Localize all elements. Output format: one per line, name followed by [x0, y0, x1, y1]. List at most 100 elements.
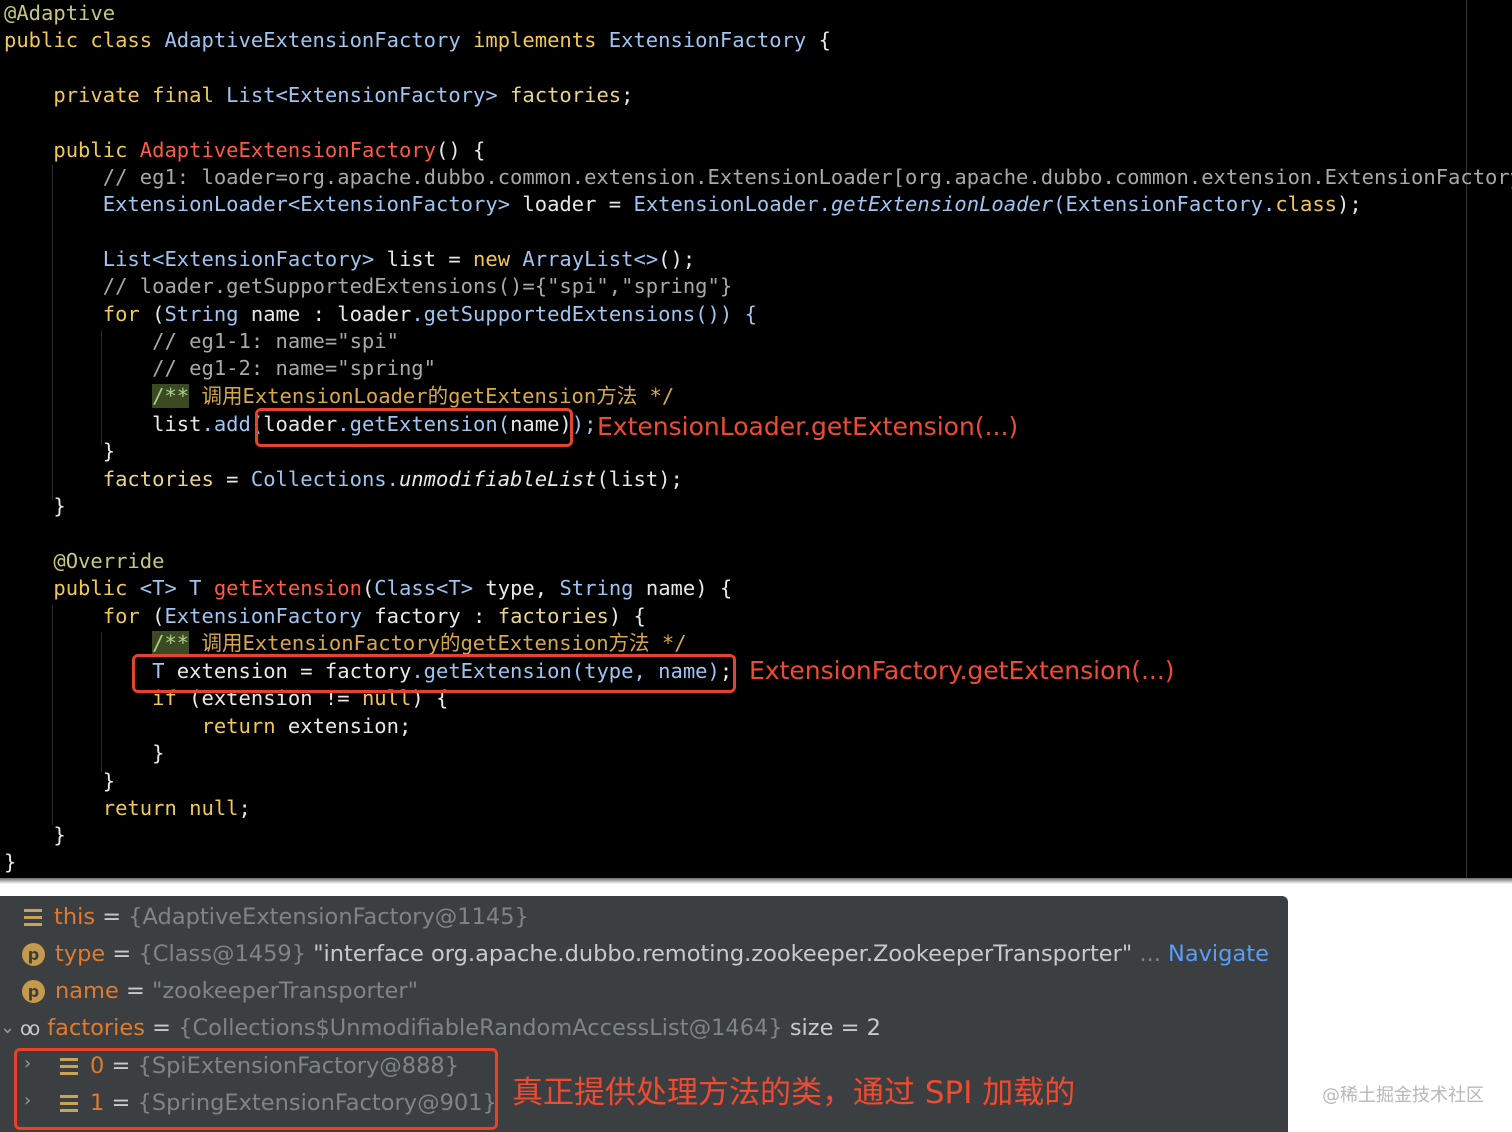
- interface-name: ExtensionFactory: [608, 28, 819, 52]
- keyword: public: [53, 138, 140, 162]
- variable-row-factories[interactable]: oo factories = {Collections$UnmodifiableR…: [20, 1010, 881, 1047]
- comma: ,: [534, 576, 560, 600]
- equals: =: [118, 978, 152, 1004]
- code-line-22: public <T> T getExtension(Class<T> type,…: [4, 575, 732, 602]
- variable: loader: [337, 302, 412, 326]
- comment: // loader.getSupportedExtensions()={"spi…: [102, 274, 733, 298]
- variable-value: {AdaptiveExtensionFactory@1145}: [128, 904, 529, 930]
- watermark: @稀土掘金技术社区: [1322, 1085, 1484, 1106]
- variable-row-name[interactable]: p name = "zookeeperTransporter": [22, 973, 418, 1010]
- keyword: return: [201, 714, 288, 738]
- semicolon: ;: [621, 83, 634, 107]
- keyword: for: [102, 302, 153, 326]
- code-line-10: List<ExtensionFactory> list = new ArrayL…: [4, 246, 695, 273]
- class-ref: Collections.: [250, 467, 399, 491]
- paren: (: [152, 604, 165, 628]
- collapse-chevron-icon[interactable]: ⌄: [0, 1017, 15, 1038]
- param: name: [645, 576, 696, 600]
- end: ) {: [695, 576, 733, 600]
- brace: }: [102, 439, 116, 463]
- keyword: null: [189, 796, 239, 820]
- keyword: class: [1275, 192, 1338, 216]
- field: factories: [510, 83, 622, 107]
- variable: factory: [374, 604, 474, 628]
- variable-row-type[interactable]: p type = {Class@1459} "interface org.apac…: [22, 936, 1269, 973]
- navigate-link[interactable]: Navigate: [1168, 941, 1269, 967]
- variable-name: name: [55, 978, 119, 1004]
- variable: list: [386, 247, 449, 271]
- code-line-19: }: [4, 493, 65, 520]
- keyword: private final: [53, 83, 227, 107]
- code-line-28: }: [4, 740, 164, 767]
- variable: loader: [522, 192, 609, 216]
- highlight-box-factory-call: [132, 654, 736, 693]
- code-line-17: }: [4, 438, 115, 465]
- variable: extension: [287, 714, 399, 738]
- type: List<ExtensionFactory>: [102, 247, 387, 271]
- brace: }: [53, 823, 66, 847]
- field: factories: [102, 467, 227, 491]
- code-line-15: /** 调用ExtensionLoader的getExtension方法 */: [4, 383, 674, 410]
- code-line-21: @Override: [4, 548, 164, 575]
- class-name: AdaptiveExtensionFactory: [164, 28, 474, 52]
- highlight-box-loader-call: [255, 408, 573, 447]
- method-call: unmodifiableList: [398, 467, 597, 491]
- operator: =: [608, 192, 634, 216]
- type: String: [164, 302, 251, 326]
- brace: {: [818, 28, 831, 52]
- highlight-box-factory-items: [14, 1048, 498, 1130]
- variable-row-this[interactable]: this = {AdaptiveExtensionFactory@1145}: [24, 899, 529, 936]
- keyword: public: [53, 576, 140, 600]
- variable-string: "interface org.apache.dubbo.remoting.zoo…: [313, 941, 1133, 967]
- annotation-adaptive: @Adaptive: [4, 1, 116, 25]
- semicolon: ;: [398, 714, 412, 738]
- variable: name: [250, 302, 313, 326]
- variable-name: type: [55, 941, 106, 967]
- doc-comment: 调用ExtensionLoader的getExtension方法 */: [189, 384, 675, 408]
- code-line-12: for (String name : loader.getSupportedEx…: [4, 301, 757, 328]
- brace: }: [102, 769, 116, 793]
- variable: list: [152, 412, 202, 436]
- collection-size: size = 2: [789, 1015, 881, 1041]
- semicolon: ;: [670, 467, 683, 491]
- code-editor[interactable]: @Adaptive public class AdaptiveExtension…: [0, 0, 1512, 878]
- doc-comment: 调用ExtensionFactory的getExtension方法 */: [189, 631, 687, 655]
- brace: }: [4, 850, 17, 874]
- equals: =: [105, 941, 139, 967]
- parameter-icon: p: [22, 980, 45, 1003]
- semicolon: ;: [238, 796, 251, 820]
- annotation-factory-getextension: ExtensionFactory.getExtension(...): [749, 656, 1175, 685]
- type: ExtensionLoader<ExtensionFactory>: [102, 192, 523, 216]
- ellipsis: ...: [1132, 941, 1168, 967]
- end: ();: [658, 247, 696, 271]
- paren: (: [361, 576, 375, 600]
- type: ExtensionFactory: [164, 604, 375, 628]
- class-ref: ExtensionLoader.: [633, 192, 831, 216]
- field: factories: [497, 604, 609, 628]
- operator: =: [226, 467, 251, 491]
- variable-value: {Collections$UnmodifiableRandomAccessLis…: [178, 1015, 783, 1041]
- method-call: getExtensionLoader: [830, 192, 1054, 216]
- class-ref: ArrayList<>: [522, 247, 659, 271]
- brace: }: [152, 741, 165, 765]
- comment: // eg1-2: name="spring": [152, 356, 436, 380]
- keyword: for: [102, 604, 153, 628]
- paren: (: [152, 302, 165, 326]
- type: String: [559, 576, 646, 600]
- argument: (ExtensionFactory.: [1053, 192, 1276, 216]
- code-line-30: return null;: [4, 795, 251, 822]
- variable-name: this: [54, 904, 96, 930]
- code-line-8: ExtensionLoader<ExtensionFactory> loader…: [4, 191, 1362, 218]
- param: type: [485, 576, 535, 600]
- variable-value: {Class@1459}: [138, 941, 307, 967]
- doc-comment-tag: /**: [152, 631, 190, 655]
- code-line-13: // eg1-1: name="spi": [4, 328, 399, 355]
- variable-value: "zookeeperTransporter": [151, 978, 418, 1004]
- operator: =: [448, 247, 474, 271]
- keyword: implements: [473, 28, 609, 52]
- operator: :: [473, 604, 498, 628]
- code-line-11: // loader.getSupportedExtensions()={"spi…: [4, 273, 732, 300]
- watch-glasses-icon: oo: [20, 1018, 40, 1040]
- code-line-4: private final List<ExtensionFactory> fac…: [4, 82, 633, 109]
- keyword: return: [102, 796, 190, 820]
